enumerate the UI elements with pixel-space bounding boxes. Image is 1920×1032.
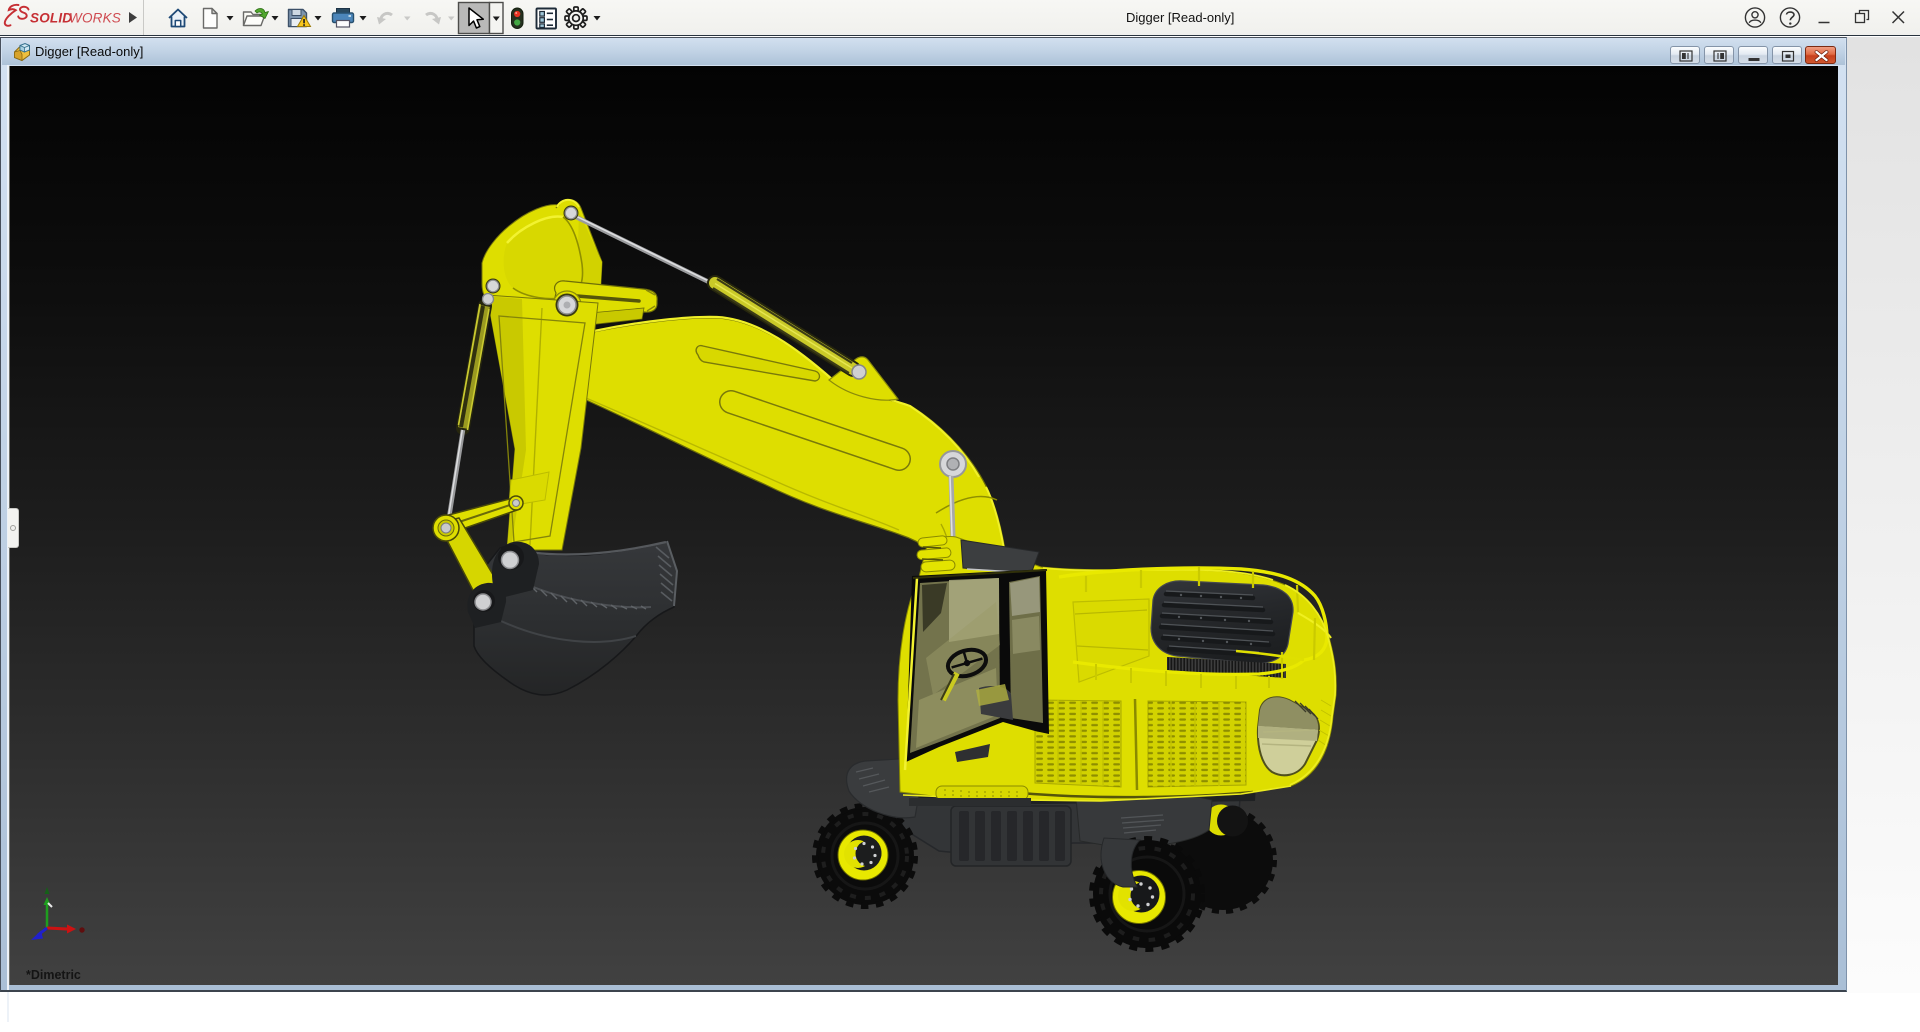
svg-text:WORKS: WORKS	[69, 11, 121, 26]
svg-text:SOLID: SOLID	[30, 11, 72, 26]
